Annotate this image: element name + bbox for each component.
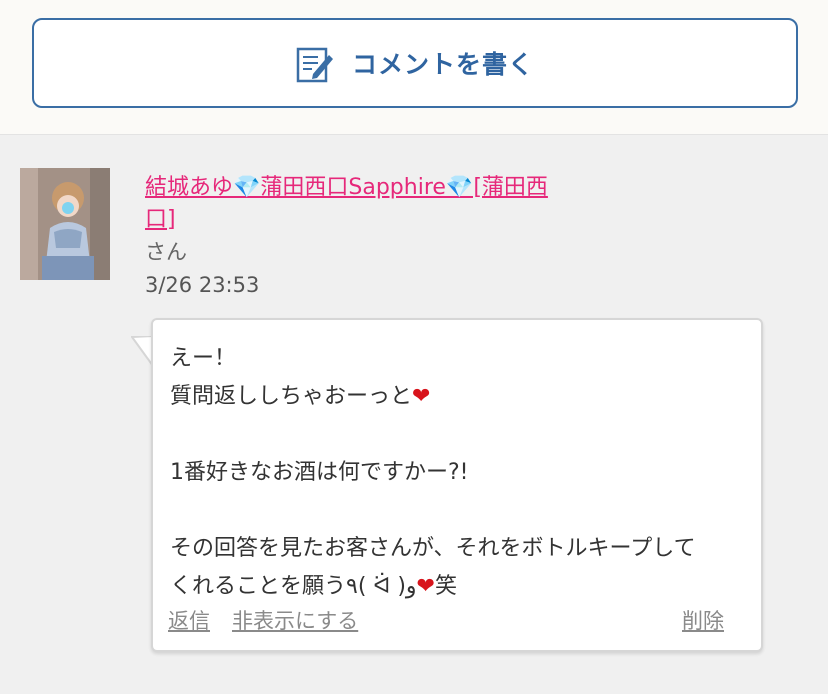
top-action-area: コメントを書く — [0, 0, 828, 135]
comment-line-6: その回答を見たお客さんが、それをボトルキープして — [170, 536, 696, 561]
author-honorific: さん — [145, 240, 187, 264]
comment-line-2: 質問返ししちゃおーっと — [170, 384, 413, 409]
comment-author-link[interactable]: 結城あゆ💎蒲田西口Sapphire💎[蒲田西口] — [145, 172, 560, 236]
hide-link[interactable]: 非表示にする — [232, 605, 358, 635]
reply-link[interactable]: 返信 — [168, 605, 210, 635]
avatar-image — [20, 168, 110, 280]
comment-line-1: えー！ — [170, 346, 237, 371]
write-comment-button[interactable]: コメントを書く — [32, 18, 798, 108]
delete-link[interactable]: 削除 — [682, 605, 724, 635]
comment-body: えー！ 質問返ししちゃおーっと❤ 1番好きなお酒は何ですかー?! その回答を見た… — [170, 340, 750, 606]
comment-line-8: 笑 — [434, 574, 457, 599]
comment-line-7: くれることを願う٩( ᐛ )و — [170, 574, 417, 599]
edit-note-icon — [296, 47, 333, 83]
heart-icon: ❤ — [416, 574, 435, 599]
write-comment-label: コメントを書く — [351, 50, 534, 79]
heart-icon: ❤ — [412, 384, 431, 409]
comment-datetime: 3/26 23:53 — [145, 273, 260, 297]
avatar[interactable] — [20, 168, 110, 280]
comment-line-4: 1番好きなお酒は何ですかー?! — [170, 460, 469, 485]
